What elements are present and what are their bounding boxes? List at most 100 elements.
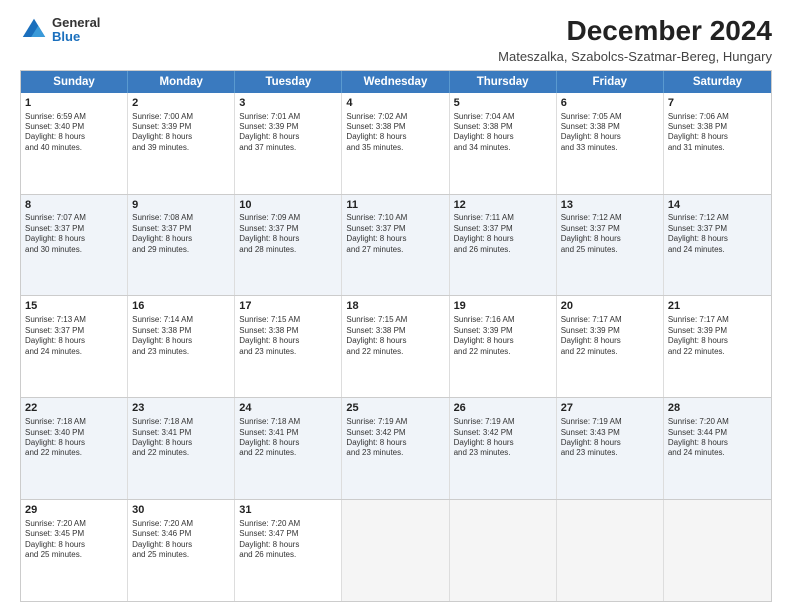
- calendar-cell: 1Sunrise: 6:59 AMSunset: 3:40 PMDaylight…: [21, 93, 128, 194]
- cell-line: and 22 minutes.: [454, 347, 552, 357]
- cell-line: Sunrise: 7:05 AM: [561, 112, 659, 122]
- calendar-cell: 18Sunrise: 7:15 AMSunset: 3:38 PMDayligh…: [342, 296, 449, 397]
- cell-line: Daylight: 8 hours: [239, 336, 337, 346]
- cell-line: and 25 minutes.: [561, 245, 659, 255]
- cell-line: Sunset: 3:46 PM: [132, 529, 230, 539]
- cell-line: Sunrise: 7:12 AM: [561, 213, 659, 223]
- cell-line: and 25 minutes.: [25, 550, 123, 560]
- day-number: 19: [454, 299, 552, 314]
- cell-line: Sunrise: 7:01 AM: [239, 112, 337, 122]
- calendar-header-row: SundayMondayTuesdayWednesdayThursdayFrid…: [21, 71, 771, 93]
- cell-line: Sunset: 3:37 PM: [346, 224, 444, 234]
- cell-line: Daylight: 8 hours: [25, 438, 123, 448]
- calendar-cell: 4Sunrise: 7:02 AMSunset: 3:38 PMDaylight…: [342, 93, 449, 194]
- cell-line: Sunset: 3:39 PM: [132, 122, 230, 132]
- cell-line: Daylight: 8 hours: [239, 132, 337, 142]
- calendar-header-cell: Monday: [128, 71, 235, 93]
- calendar-cell: [450, 500, 557, 601]
- cell-line: Sunrise: 7:08 AM: [132, 213, 230, 223]
- cell-line: Daylight: 8 hours: [561, 132, 659, 142]
- cell-line: Sunrise: 7:18 AM: [25, 417, 123, 427]
- cell-line: Daylight: 8 hours: [561, 234, 659, 244]
- day-number: 13: [561, 198, 659, 213]
- cell-line: Sunrise: 7:19 AM: [561, 417, 659, 427]
- cell-line: and 27 minutes.: [346, 245, 444, 255]
- cell-line: Sunrise: 7:17 AM: [668, 315, 767, 325]
- calendar-cell: 9Sunrise: 7:08 AMSunset: 3:37 PMDaylight…: [128, 195, 235, 296]
- cell-line: Sunrise: 7:07 AM: [25, 213, 123, 223]
- cell-line: and 22 minutes.: [561, 347, 659, 357]
- day-number: 10: [239, 198, 337, 213]
- cell-line: and 31 minutes.: [668, 143, 767, 153]
- cell-line: Daylight: 8 hours: [346, 336, 444, 346]
- calendar-cell: 28Sunrise: 7:20 AMSunset: 3:44 PMDayligh…: [664, 398, 771, 499]
- cell-line: Sunrise: 7:20 AM: [25, 519, 123, 529]
- day-number: 17: [239, 299, 337, 314]
- day-number: 23: [132, 401, 230, 416]
- calendar-header-cell: Tuesday: [235, 71, 342, 93]
- cell-line: Daylight: 8 hours: [454, 132, 552, 142]
- day-number: 28: [668, 401, 767, 416]
- day-number: 24: [239, 401, 337, 416]
- calendar-cell: 5Sunrise: 7:04 AMSunset: 3:38 PMDaylight…: [450, 93, 557, 194]
- cell-line: Daylight: 8 hours: [239, 234, 337, 244]
- calendar-cell: 20Sunrise: 7:17 AMSunset: 3:39 PMDayligh…: [557, 296, 664, 397]
- day-number: 7: [668, 96, 767, 111]
- calendar-cell: 6Sunrise: 7:05 AMSunset: 3:38 PMDaylight…: [557, 93, 664, 194]
- logo-icon: [20, 16, 48, 44]
- day-number: 25: [346, 401, 444, 416]
- calendar-header-cell: Saturday: [664, 71, 771, 93]
- cell-line: Sunset: 3:37 PM: [132, 224, 230, 234]
- day-number: 12: [454, 198, 552, 213]
- cell-line: Sunset: 3:37 PM: [668, 224, 767, 234]
- cell-line: and 22 minutes.: [25, 448, 123, 458]
- cell-line: Sunrise: 7:10 AM: [346, 213, 444, 223]
- cell-line: Sunrise: 7:20 AM: [239, 519, 337, 529]
- calendar-cell: 13Sunrise: 7:12 AMSunset: 3:37 PMDayligh…: [557, 195, 664, 296]
- cell-line: and 40 minutes.: [25, 143, 123, 153]
- cell-line: Sunrise: 7:11 AM: [454, 213, 552, 223]
- cell-line: Sunset: 3:38 PM: [454, 122, 552, 132]
- cell-line: and 22 minutes.: [346, 347, 444, 357]
- day-number: 29: [25, 503, 123, 518]
- cell-line: Sunset: 3:47 PM: [239, 529, 337, 539]
- cell-line: Sunset: 3:39 PM: [454, 326, 552, 336]
- calendar-cell: [342, 500, 449, 601]
- cell-line: Sunset: 3:38 PM: [668, 122, 767, 132]
- cell-line: and 24 minutes.: [25, 347, 123, 357]
- cell-line: Sunrise: 7:16 AM: [454, 315, 552, 325]
- day-number: 26: [454, 401, 552, 416]
- day-number: 4: [346, 96, 444, 111]
- calendar-header-cell: Sunday: [21, 71, 128, 93]
- cell-line: Sunset: 3:37 PM: [25, 326, 123, 336]
- cell-line: and 24 minutes.: [668, 448, 767, 458]
- calendar-cell: 24Sunrise: 7:18 AMSunset: 3:41 PMDayligh…: [235, 398, 342, 499]
- cell-line: Sunrise: 7:17 AM: [561, 315, 659, 325]
- page: General Blue December 2024 Mateszalka, S…: [0, 0, 792, 612]
- cell-line: Daylight: 8 hours: [561, 438, 659, 448]
- calendar-week: 15Sunrise: 7:13 AMSunset: 3:37 PMDayligh…: [21, 296, 771, 398]
- day-number: 15: [25, 299, 123, 314]
- cell-line: and 22 minutes.: [239, 448, 337, 458]
- cell-line: and 30 minutes.: [25, 245, 123, 255]
- cell-line: and 23 minutes.: [239, 347, 337, 357]
- cell-line: Daylight: 8 hours: [346, 234, 444, 244]
- calendar-cell: 29Sunrise: 7:20 AMSunset: 3:45 PMDayligh…: [21, 500, 128, 601]
- calendar-cell: 21Sunrise: 7:17 AMSunset: 3:39 PMDayligh…: [664, 296, 771, 397]
- calendar-cell: 11Sunrise: 7:10 AMSunset: 3:37 PMDayligh…: [342, 195, 449, 296]
- title-block: December 2024 Mateszalka, Szabolcs-Szatm…: [498, 16, 772, 64]
- cell-line: Daylight: 8 hours: [454, 234, 552, 244]
- cell-line: Sunset: 3:44 PM: [668, 428, 767, 438]
- cell-line: Sunrise: 7:18 AM: [239, 417, 337, 427]
- cell-line: and 37 minutes.: [239, 143, 337, 153]
- calendar-cell: 23Sunrise: 7:18 AMSunset: 3:41 PMDayligh…: [128, 398, 235, 499]
- day-number: 21: [668, 299, 767, 314]
- cell-line: and 34 minutes.: [454, 143, 552, 153]
- day-number: 2: [132, 96, 230, 111]
- cell-line: Daylight: 8 hours: [346, 438, 444, 448]
- calendar-body: 1Sunrise: 6:59 AMSunset: 3:40 PMDaylight…: [21, 93, 771, 601]
- cell-line: Daylight: 8 hours: [668, 336, 767, 346]
- logo-blue: Blue: [52, 30, 100, 44]
- cell-line: and 25 minutes.: [132, 550, 230, 560]
- cell-line: Sunset: 3:39 PM: [668, 326, 767, 336]
